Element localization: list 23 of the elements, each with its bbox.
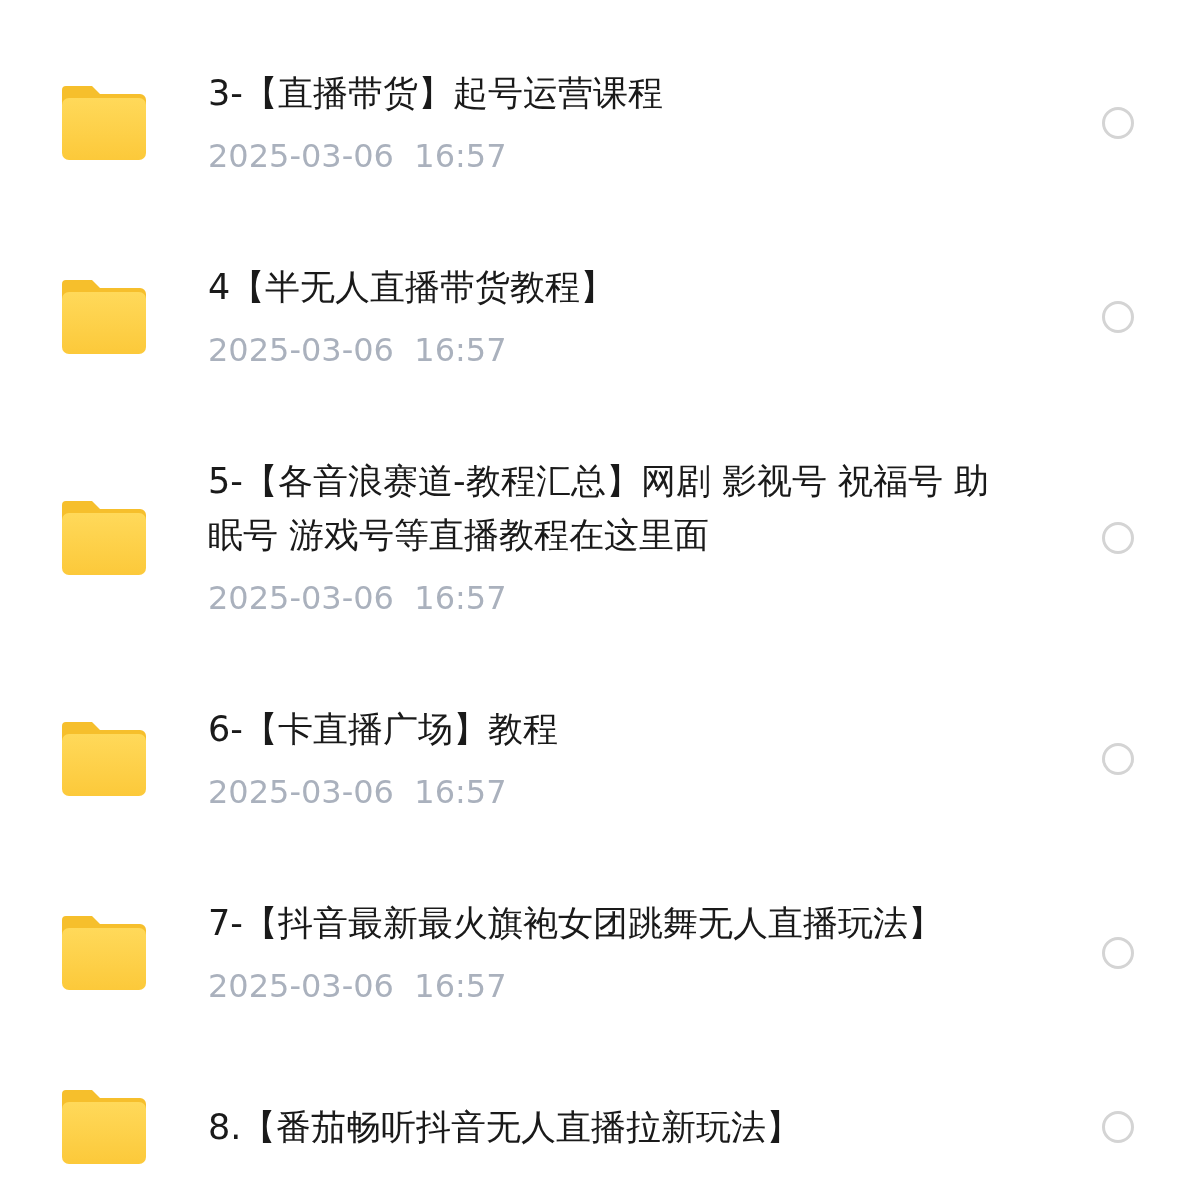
modified-date: 2025-03-06 16:57 bbox=[208, 330, 508, 371]
folder-icon bbox=[62, 280, 146, 354]
select-checkbox[interactable] bbox=[1102, 107, 1134, 139]
folder-name[interactable]: 8.【番茄畅听抖音无人直播拉新玩法】 bbox=[208, 1100, 1008, 1154]
folder-icon bbox=[62, 1090, 146, 1164]
folder-name[interactable]: 7-【抖音最新最火旗袍女团跳舞无人直播玩法】 bbox=[208, 896, 1008, 950]
select-checkbox[interactable] bbox=[1102, 301, 1134, 333]
select-checkbox[interactable] bbox=[1102, 937, 1134, 969]
folder-icon bbox=[62, 86, 146, 160]
folder-icon bbox=[62, 722, 146, 796]
modified-date: 2025-03-06 16:57 bbox=[208, 136, 508, 177]
folder-icon bbox=[62, 916, 146, 990]
modified-date: 2025-03-06 16:57 bbox=[208, 578, 508, 619]
modified-date: 2025-03-06 16:57 bbox=[208, 966, 508, 1007]
select-checkbox[interactable] bbox=[1102, 743, 1134, 775]
folder-name[interactable]: 6-【卡直播广场】教程 bbox=[208, 702, 1008, 756]
select-checkbox[interactable] bbox=[1102, 522, 1134, 554]
modified-date: 2025-03-06 16:57 bbox=[208, 772, 508, 813]
folder-name[interactable]: 5-【各音浪赛道-教程汇总】网剧 影视号 祝福号 助眠号 游戏号等直播教程在这里面 bbox=[208, 454, 1008, 562]
select-checkbox[interactable] bbox=[1102, 1111, 1134, 1143]
folder-name[interactable]: 4【半无人直播带货教程】 bbox=[208, 260, 1008, 314]
folder-icon bbox=[62, 501, 146, 575]
folder-name[interactable]: 3-【直播带货】起号运营课程 bbox=[208, 66, 1008, 120]
